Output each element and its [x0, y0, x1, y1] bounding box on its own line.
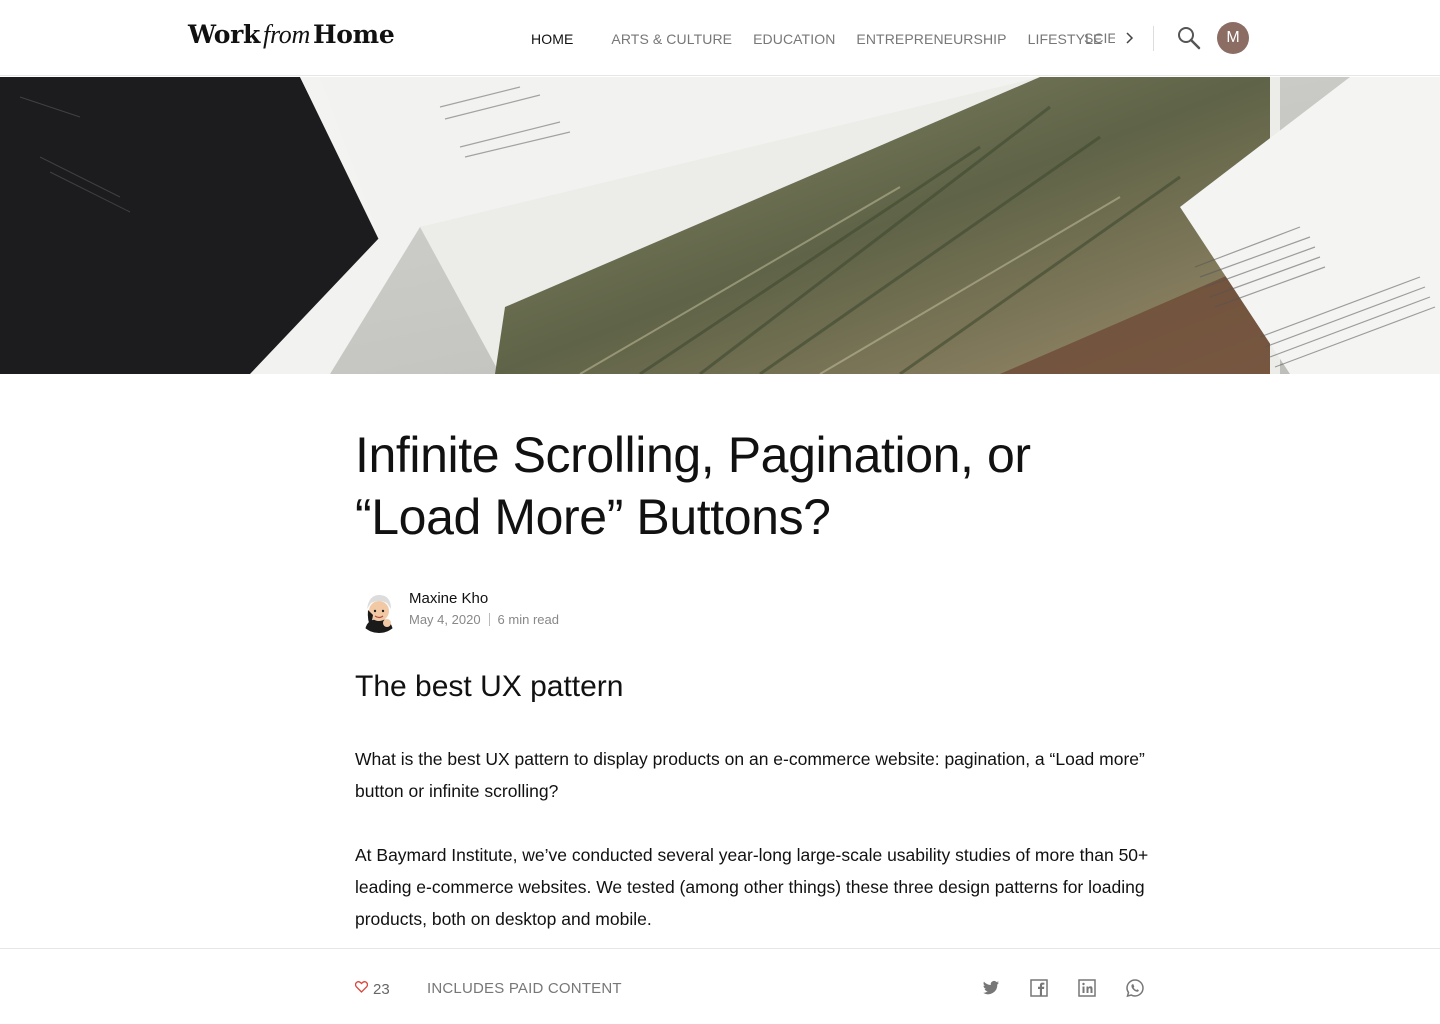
chevron-right-icon[interactable]	[1120, 29, 1138, 47]
nav-item-home[interactable]: HOME	[531, 31, 573, 47]
whatsapp-icon[interactable]	[1125, 978, 1145, 998]
logo-word-from: from	[263, 20, 310, 49]
site-logo[interactable]: Work from Home	[188, 20, 395, 50]
facebook-icon[interactable]	[1029, 978, 1049, 998]
article-meta: May 4, 2020 6 min read	[409, 612, 559, 627]
like-button[interactable]: 23	[354, 980, 390, 998]
paid-content-label: INCLUDES PAID CONTENT	[427, 980, 622, 997]
site-header: Work from Home HOME ARTS & CULTURE EDUCATI…	[0, 0, 1440, 76]
meta-divider	[488, 613, 490, 626]
author-name[interactable]: Maxine Kho	[409, 590, 488, 607]
publish-date: May 4, 2020	[409, 612, 481, 627]
logo-word-work: Work	[188, 20, 261, 49]
search-icon[interactable]	[1176, 25, 1202, 51]
header-divider	[1153, 26, 1154, 51]
nav-item-arts-culture[interactable]: ARTS & CULTURE	[611, 31, 732, 47]
nav-item-entrepreneurship[interactable]: ENTREPRENEURSHIP	[856, 31, 1006, 47]
read-time: 6 min read	[497, 612, 559, 627]
article-paragraph: What is the best UX pattern to display p…	[355, 749, 1145, 801]
heart-icon	[354, 980, 369, 998]
twitter-icon[interactable]	[981, 978, 1001, 998]
article-paragraph: At Baymard Institute, we’ve conducted se…	[355, 845, 1149, 929]
author-avatar[interactable]	[357, 589, 401, 633]
article-title-line: Infinite Scrolling, Pagination, or	[355, 427, 1031, 483]
article-title-line: “Load More” Buttons?	[355, 489, 831, 545]
article-action-bar: 23 INCLUDES PAID CONTENT	[0, 948, 1440, 1024]
linkedin-icon[interactable]	[1077, 978, 1097, 998]
category-nav: HOME ARTS & CULTURE EDUCATION ENTREPRENE…	[531, 30, 1123, 48]
article-subtitle: The best UX pattern	[355, 670, 624, 703]
logo-word-home: Home	[312, 20, 395, 49]
article-title: Infinite Scrolling, Pagination, or “Load…	[355, 424, 1145, 548]
nav-item-science[interactable]: SCIENCE	[1084, 30, 1115, 50]
hero-image	[0, 77, 1440, 374]
like-count: 23	[373, 980, 390, 998]
nav-item-education[interactable]: EDUCATION	[753, 31, 835, 47]
user-avatar[interactable]: M	[1217, 22, 1249, 54]
